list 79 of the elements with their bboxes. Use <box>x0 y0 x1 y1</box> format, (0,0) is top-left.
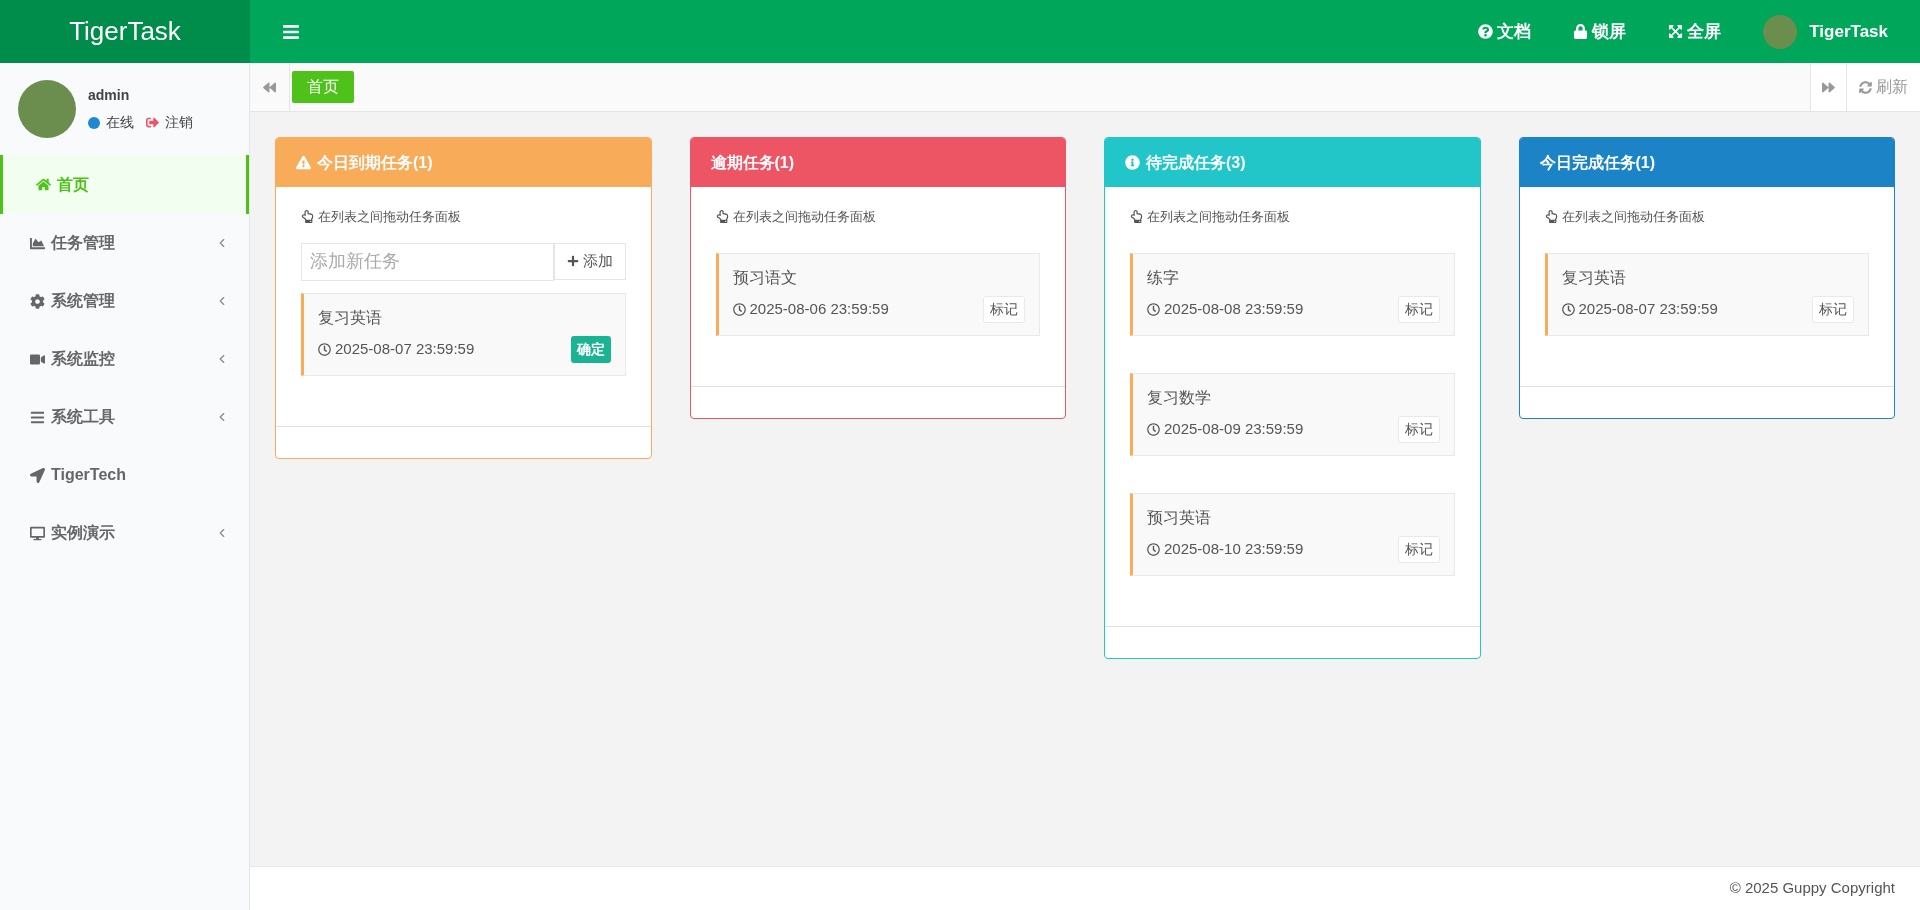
clock-icon <box>1147 422 1160 436</box>
clock-icon <box>1147 542 1160 556</box>
lock-icon <box>1573 24 1589 39</box>
task-title: 复习英语 <box>318 307 383 328</box>
due-time: 2025-08-08 23:59:59 <box>1164 298 1304 319</box>
mark-button[interactable]: 标记 <box>983 295 1025 323</box>
hand-pointer-icon <box>715 210 729 224</box>
header-link[interactable]: 文档 <box>1478 18 1532 45</box>
arrow-icon <box>30 467 45 483</box>
user-name: admin <box>88 86 131 105</box>
task-card[interactable]: 复习数学 2025-08-09 23:59:59 标记 <box>1130 372 1455 456</box>
nav-item[interactable]: 实例演示 <box>0 504 249 562</box>
hand-pointer-icon <box>1544 210 1558 224</box>
avatar-photo <box>18 80 76 138</box>
drag-hint: 在列表之间拖动任务面板 <box>732 208 876 226</box>
due-time: 2025-08-10 23:59:59 <box>1164 538 1304 559</box>
settings-icon <box>30 293 45 309</box>
scroll-right-button[interactable] <box>1810 63 1847 111</box>
status-text: 在线 <box>106 113 134 132</box>
list-icon <box>30 409 45 425</box>
column-header: 待完成任务(3) <box>1105 138 1480 187</box>
due-time: 2025-08-07 23:59:59 <box>335 338 475 359</box>
task-card[interactable]: 预习英语 2025-08-10 23:59:59 标记 <box>1130 492 1455 576</box>
task-card[interactable]: 练字 2025-08-08 23:59:59 标记 <box>1130 252 1455 336</box>
task-card[interactable]: 复习英语 2025-08-07 23:59:59 标记 <box>1544 252 1869 336</box>
task-card[interactable]: 预习语文 2025-08-06 23:59:59 标记 <box>715 252 1040 336</box>
logout-icon <box>146 116 159 129</box>
expand-icon <box>1668 24 1684 39</box>
nav-item[interactable]: 系统监控 <box>0 330 249 388</box>
column-header: 今日完成任务(1) <box>1519 138 1894 187</box>
due-time: 2025-08-09 23:59:59 <box>1164 418 1304 439</box>
task-title: 复习数学 <box>1147 387 1212 408</box>
mark-button[interactable]: 标记 <box>1812 295 1854 323</box>
rewind-icon <box>263 80 276 94</box>
area-chart-icon <box>30 235 45 251</box>
task-title: 复习英语 <box>1561 267 1627 288</box>
nav-item[interactable]: 任务管理 <box>0 214 249 272</box>
refresh-button[interactable]: 刷新 <box>1847 63 1920 111</box>
monitor-icon <box>30 525 45 541</box>
due-time: 2025-08-07 23:59:59 <box>1578 298 1718 319</box>
fast-forward-icon <box>1822 80 1835 94</box>
task-title: 预习语文 <box>732 267 798 288</box>
warning-icon <box>296 155 311 170</box>
drag-hint: 在列表之间拖动任务面板 <box>1561 208 1705 226</box>
column-header: 逾期任务(1) <box>690 138 1065 187</box>
hand-pointer-icon <box>1130 210 1143 224</box>
avatar-photo <box>1763 14 1798 49</box>
nav-item[interactable]: TigerTech <box>0 446 249 504</box>
mark-button[interactable]: 标记 <box>1397 535 1440 563</box>
app-logo: TigerTask <box>0 0 250 63</box>
home-icon <box>36 177 51 192</box>
copyright-text: © 2025 Guppy Copyright <box>1729 878 1895 899</box>
task-title: 练字 <box>1147 267 1180 288</box>
info-icon <box>1125 155 1140 170</box>
task-card[interactable]: 复习英语 2025-08-07 23:59:59 确定 <box>301 292 626 376</box>
task-title: 预习英语 <box>1147 507 1212 528</box>
refresh-icon <box>1859 80 1872 94</box>
clock-icon <box>1147 302 1160 316</box>
help-icon <box>1478 24 1494 39</box>
header-link[interactable]: 锁屏 <box>1573 18 1627 45</box>
drag-hint: 在列表之间拖动任务面板 <box>318 208 461 226</box>
plus-icon <box>566 255 579 267</box>
column-header: 今日到期任务(1) <box>276 138 651 187</box>
add-button[interactable]: 添加 <box>553 242 626 280</box>
menu-icon[interactable] <box>282 22 300 41</box>
nav-item[interactable]: 系统管理 <box>0 272 249 330</box>
mark-button[interactable]: 标记 <box>1397 415 1440 443</box>
due-time: 2025-08-06 23:59:59 <box>749 298 889 319</box>
mark-button[interactable]: 标记 <box>1397 295 1440 323</box>
header-link[interactable]: 全屏 <box>1668 18 1722 45</box>
logout-link[interactable]: 注销 <box>165 112 193 133</box>
clock-icon <box>732 302 746 316</box>
nav-item[interactable]: 系统工具 <box>0 388 249 446</box>
clock-icon <box>318 342 331 356</box>
new-task-input[interactable]: 添加新任务 <box>301 242 554 281</box>
clock-icon <box>1561 302 1575 316</box>
user-name[interactable]: TigerTask <box>1809 18 1888 45</box>
drag-hint: 在列表之间拖动任务面板 <box>1147 208 1290 226</box>
hand-pointer-icon <box>301 210 314 224</box>
